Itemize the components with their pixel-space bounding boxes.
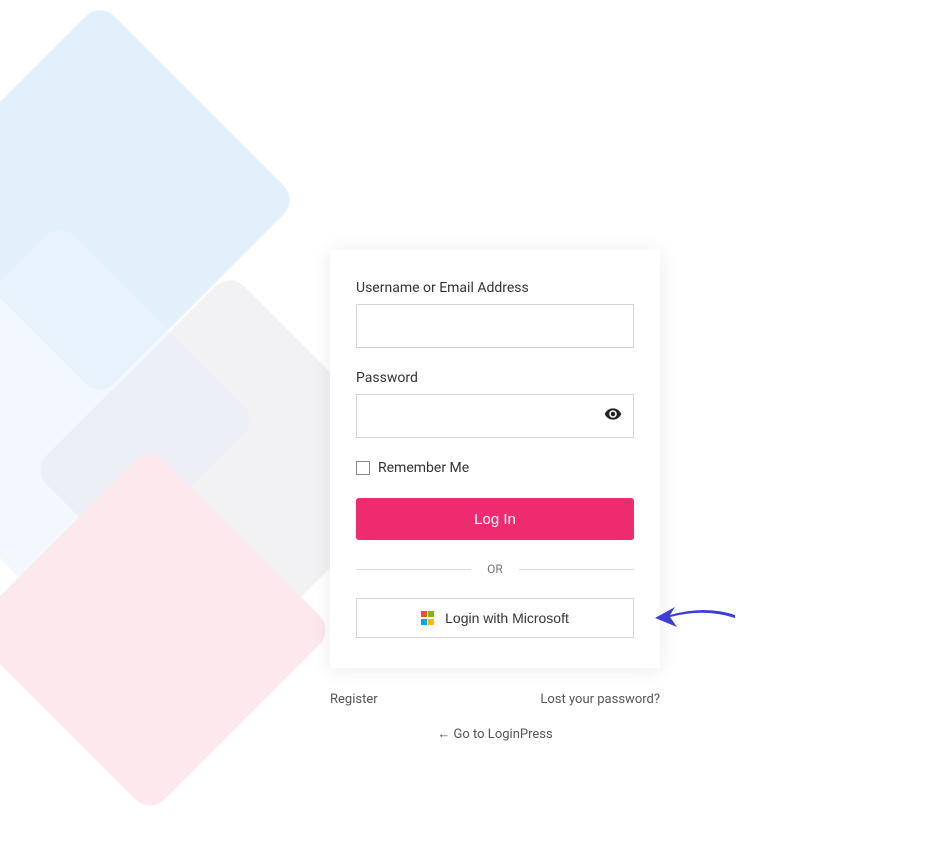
divider-line-left (356, 569, 471, 570)
login-form: Username or Email Address Password Remem… (330, 250, 660, 668)
remember-checkbox[interactable] (356, 461, 370, 475)
username-label: Username or Email Address (356, 280, 634, 296)
divider-line-right (519, 569, 634, 570)
username-field-group: Username or Email Address (356, 280, 634, 348)
password-field-group: Password (356, 370, 634, 438)
password-input[interactable] (356, 394, 634, 438)
password-label: Password (356, 370, 634, 386)
username-input[interactable] (356, 304, 634, 348)
remember-label[interactable]: Remember Me (378, 460, 469, 476)
remember-row: Remember Me (356, 460, 634, 476)
back-to-site-link[interactable]: ← Go to LoginPress (437, 727, 552, 742)
annotation-arrow-icon (650, 600, 740, 644)
or-divider: OR (356, 562, 634, 576)
microsoft-login-button[interactable]: Login with Microsoft (356, 598, 634, 638)
microsoft-button-label: Login with Microsoft (445, 610, 569, 626)
divider-text: OR (471, 562, 519, 576)
lost-password-link[interactable]: Lost your password? (540, 692, 660, 707)
bottom-links: Register Lost your password? (330, 692, 660, 707)
back-link-container: ← Go to LoginPress (330, 726, 660, 742)
register-link[interactable]: Register (330, 692, 378, 707)
show-password-icon[interactable] (604, 405, 622, 427)
password-wrapper (356, 394, 634, 438)
microsoft-icon (421, 611, 435, 625)
login-button[interactable]: Log In (356, 498, 634, 540)
